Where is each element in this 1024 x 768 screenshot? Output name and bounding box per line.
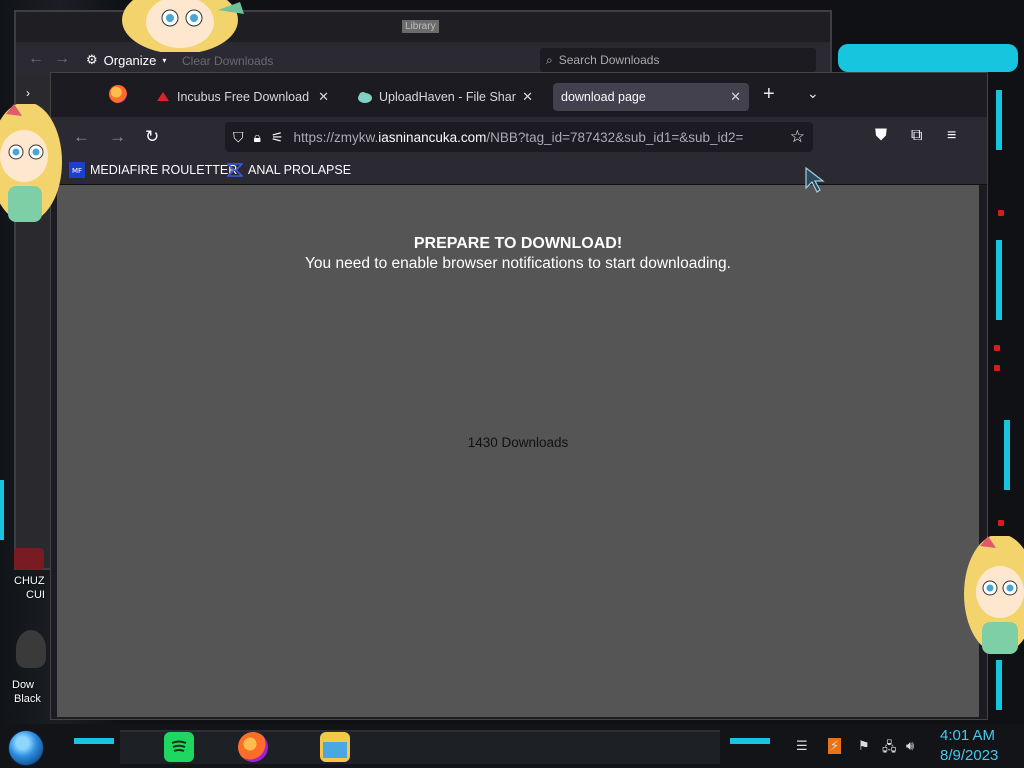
spotify-icon[interactable] [164, 732, 194, 762]
url-bar[interactable]: ⛉ 🔒︎ ⚟ https://zmykw.iasninancuka.com/NB… [225, 122, 813, 152]
bookmark-label: MEDIAFIRE ROULETTER [90, 163, 238, 177]
close-icon[interactable]: ✕ [318, 89, 329, 105]
close-icon[interactable]: ✕ [522, 89, 533, 105]
back-arrow-icon[interactable]: ← [73, 127, 90, 147]
bookmark-label: ANAL PROLAPSE [248, 163, 352, 177]
tab-label: download page [561, 90, 646, 104]
taskbar-tray-frame [120, 730, 720, 764]
menu-icon[interactable]: ≡ [947, 127, 956, 145]
show-hidden-icons-icon[interactable]: ☰ [796, 738, 808, 754]
flag-icon[interactable]: ⚑ [858, 738, 870, 754]
library-expand-arrow-icon[interactable]: › [26, 86, 30, 100]
browser-window: Incubus Free Download (v1 ✕ UploadHaven … [50, 72, 988, 720]
url-path: /NBB?tag_id=787432&sub_id1=&sub_id2= [486, 129, 744, 145]
decor-cyan-bar [996, 90, 1002, 150]
desktop-shortcut-icon[interactable] [16, 630, 46, 668]
decor-cyan-bar [730, 738, 770, 744]
tab-label: UploadHaven - File Sharing [379, 90, 516, 104]
volume-icon[interactable]: 🔊︎ [906, 738, 914, 754]
library-forward-icon[interactable]: → [54, 50, 70, 68]
mouse-cursor-icon [805, 166, 825, 193]
desktop-icon-label[interactable]: CHUZ CUI [14, 574, 45, 602]
extensions-icon[interactable]: ⧉ [911, 127, 922, 145]
url-text[interactable]: https://zmykw.iasninancuka.com/NBB?tag_i… [294, 130, 764, 145]
bookmarks-toolbar: MF MEDIAFIRE ROULETTER ANAL PROLAPSE [51, 157, 987, 185]
forward-arrow-icon[interactable]: → [109, 127, 126, 147]
organize-label: Organize [103, 52, 157, 68]
gear-icon: ⚙ [86, 52, 98, 67]
app-tray-icon[interactable]: ⚡ [828, 738, 842, 754]
decor-red-dot [994, 345, 1000, 351]
lock-icon[interactable]: 🔒︎ [254, 129, 261, 146]
page-heading: PREPARE TO DOWNLOAD! [413, 235, 623, 252]
decor-red-dot [994, 365, 1000, 371]
cartoon-character-sticker-icon [964, 536, 1024, 654]
chevron-down-icon[interactable]: ⌄ [807, 85, 819, 102]
bookmark-second[interactable]: ANAL PROLAPSE [227, 162, 351, 178]
cloud-favicon-icon [358, 92, 372, 103]
cartoon-character-sticker-icon [122, 0, 244, 52]
bookmark-star-icon[interactable]: ☆ [790, 127, 805, 147]
pocket-icon[interactable]: ⛊ [875, 127, 887, 145]
tab-download-page[interactable]: download page ✕ [553, 83, 749, 111]
url-domain: iasninancuka.com [378, 129, 487, 145]
clear-downloads-button[interactable]: Clear Downloads [182, 54, 273, 68]
tab-label: Incubus Free Download (v1 [177, 90, 312, 104]
reload-icon[interactable]: ↻ [145, 127, 159, 147]
clock-time[interactable]: 4:01 AM [940, 727, 995, 744]
decor-red-dot [998, 520, 1004, 526]
tab-uploadhaven[interactable]: UploadHaven - File Sharing ✕ [349, 83, 541, 111]
decor-cyan-bar [996, 240, 1002, 320]
firefox-icon[interactable] [238, 732, 268, 762]
library-search-input[interactable]: ⌕ Search Downloads [540, 48, 816, 72]
mediafire-favicon-icon [157, 92, 169, 101]
decor-cyan-blob [838, 44, 1018, 72]
desktop-icon-label[interactable]: Dow Black [12, 678, 41, 706]
close-icon[interactable]: ✕ [730, 89, 741, 105]
file-explorer-icon[interactable] [320, 732, 350, 762]
chevron-down-icon: ▾ [162, 55, 167, 65]
bookmark-mediafire[interactable]: MF MEDIAFIRE ROULETTER [69, 162, 237, 178]
organize-button[interactable]: ⚙ Organize ▾ [86, 52, 166, 68]
downloads-count: 1430 Downloads [467, 435, 569, 450]
url-prefix: https://zmykw. [293, 129, 379, 145]
mediafire-bookmark-icon: MF [69, 162, 85, 178]
decor-cyan-bar [0, 480, 4, 540]
library-search-placeholder: Search Downloads [558, 53, 660, 67]
tab-incubus[interactable]: Incubus Free Download (v1 ✕ [147, 83, 337, 111]
decor-red-dot [998, 210, 1004, 216]
decor-cyan-bar [1004, 420, 1010, 490]
start-button-icon[interactable] [8, 730, 44, 766]
taskbar: ☰ ⚡ ⚑ 🖧︎ 🔊︎ 4:01 AM 8/9/2023 [0, 724, 1024, 768]
new-tab-plus-icon[interactable]: + [763, 83, 775, 106]
cartoon-character-sticker-icon [0, 104, 62, 222]
shield-icon[interactable]: ⛉ [233, 129, 244, 146]
library-back-icon[interactable]: ← [28, 50, 44, 68]
clock-date[interactable]: 8/9/2023 [940, 747, 998, 764]
svg-text:MF: MF [72, 167, 82, 175]
navigation-toolbar: ← → ↻ ⛉ 🔒︎ ⚟ https://zmykw.iasninancuka.… [51, 117, 987, 157]
library-title: Library [402, 20, 439, 33]
bookmark-favicon-icon [227, 163, 243, 177]
desktop-shortcut-icon[interactable] [14, 548, 44, 570]
page-content: PREPARE TO DOWNLOAD! You need to enable … [57, 185, 979, 717]
decor-cyan-bar [74, 738, 114, 744]
decor-cyan-bar [996, 660, 1002, 710]
tab-strip: Incubus Free Download (v1 ✕ UploadHaven … [51, 73, 987, 117]
firefox-icon[interactable] [109, 85, 127, 103]
page-subheading: You need to enable browser notifications… [305, 255, 731, 272]
permissions-icon[interactable]: ⚟ [271, 129, 284, 146]
network-icon[interactable]: 🖧︎ [882, 738, 897, 760]
search-icon: ⌕ [546, 52, 553, 67]
